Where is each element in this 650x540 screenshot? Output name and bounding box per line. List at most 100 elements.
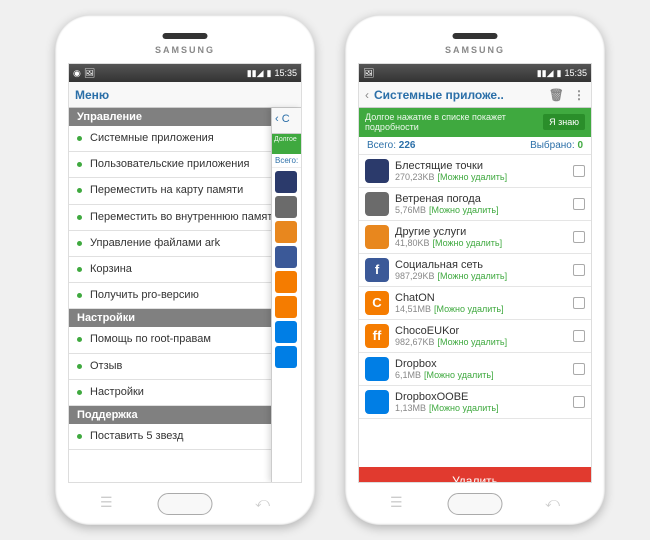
app-row[interactable]: Dropbox6,1MB[Можно удалить] bbox=[359, 353, 591, 386]
menu-scroll[interactable]: УправлениеСистемные приложения›Пользоват… bbox=[69, 108, 301, 450]
app-status: [Можно удалить] bbox=[438, 172, 508, 182]
total-value: 226 bbox=[399, 140, 416, 151]
speaker bbox=[163, 33, 208, 39]
menu-item[interactable]: Помощь по root-правам› bbox=[69, 327, 301, 353]
menu-item-label: Системные приложения bbox=[90, 132, 289, 145]
app-name: Социальная сеть bbox=[395, 259, 573, 271]
page-title: Системные приложе.. bbox=[374, 88, 504, 102]
app-checkbox[interactable] bbox=[573, 297, 585, 309]
app-row[interactable]: Ветреная погода5,76MB[Можно удалить] bbox=[359, 188, 591, 221]
app-list[interactable]: Блестящие точки270,23KB[Можно удалить]Ве… bbox=[359, 155, 591, 467]
app-icon bbox=[275, 321, 297, 343]
app-icon bbox=[275, 296, 297, 318]
app-name: Ветреная погода bbox=[395, 193, 573, 205]
camera-icon: ◉ bbox=[73, 68, 81, 79]
menu-item[interactable]: Корзина› bbox=[69, 257, 301, 283]
page-title: Меню bbox=[75, 88, 109, 102]
app-size: 270,23KB bbox=[395, 172, 435, 182]
battery-icon: ▮ bbox=[267, 68, 272, 79]
app-name: DropboxOOBE bbox=[395, 391, 573, 403]
bullet-icon bbox=[77, 337, 82, 342]
menu-softkey-icon[interactable]: ☰ bbox=[390, 494, 403, 511]
menu-item-label: Помощь по root-правам bbox=[90, 333, 289, 346]
app-icon bbox=[365, 390, 389, 414]
app-icon: C bbox=[365, 291, 389, 315]
picture-icon: 🖼 bbox=[363, 68, 374, 79]
overflow-icon[interactable]: ⋮ bbox=[573, 88, 585, 102]
phone-frame-right: SAMSUNG 🖼 ▮▮◢ ▮ 15:35 ‹ Системные прилож… bbox=[345, 15, 605, 525]
app-checkbox[interactable] bbox=[573, 330, 585, 342]
home-button[interactable] bbox=[158, 493, 213, 515]
app-name: Блестящие точки bbox=[395, 160, 573, 172]
title-bar: Меню bbox=[69, 82, 301, 108]
app-row[interactable]: Другие услуги41,80KB[Можно удалить] bbox=[359, 221, 591, 254]
hint-bar: Долгое нажатие в списке покажет подробно… bbox=[359, 108, 591, 137]
app-checkbox[interactable] bbox=[573, 165, 585, 177]
bullet-icon bbox=[77, 267, 82, 272]
screen-right: 🖼 ▮▮◢ ▮ 15:35 ‹ Системные приложе.. 🗑 ⋮ … bbox=[358, 63, 592, 483]
menu-item[interactable]: Управление файлами ark› bbox=[69, 231, 301, 257]
menu-item-label: Отзыв bbox=[90, 360, 289, 373]
status-bar: 🖼 ▮▮◢ ▮ 15:35 bbox=[359, 64, 591, 82]
title-bar: ‹ Системные приложе.. 🗑 ⋮ bbox=[359, 82, 591, 108]
bullet-icon bbox=[77, 162, 82, 167]
menu-item[interactable]: Получить pro-версию› bbox=[69, 283, 301, 309]
app-icon: ff bbox=[365, 324, 389, 348]
menu-softkey-icon[interactable]: ☰ bbox=[100, 494, 113, 511]
app-status: [Можно удалить] bbox=[438, 337, 508, 347]
app-row[interactable]: CChatON14,51MB[Можно удалить] bbox=[359, 287, 591, 320]
bullet-icon bbox=[77, 390, 82, 395]
app-checkbox[interactable] bbox=[573, 231, 585, 243]
app-checkbox[interactable] bbox=[573, 264, 585, 276]
menu-item[interactable]: Системные приложения› bbox=[69, 126, 301, 152]
app-icon: f bbox=[365, 258, 389, 282]
back-softkey-icon: ⤺ bbox=[545, 494, 560, 511]
menu-item-label: Настройки bbox=[90, 386, 289, 399]
menu-item-label: Переместить во внутреннюю память bbox=[90, 211, 289, 224]
selected-value: 0 bbox=[577, 140, 583, 151]
speaker bbox=[453, 33, 498, 39]
menu-item-label: Переместить на карту памяти bbox=[90, 184, 289, 197]
menu-item[interactable]: Поставить 5 звезд› bbox=[69, 424, 301, 450]
app-size: 982,67KB bbox=[395, 337, 435, 347]
app-status: [Можно удалить] bbox=[438, 271, 508, 281]
trash-icon[interactable]: 🗑 bbox=[549, 88, 564, 102]
app-row[interactable]: ffChocoEUKor982,67KB[Можно удалить] bbox=[359, 320, 591, 353]
app-size: 5,76MB bbox=[395, 205, 426, 215]
home-button[interactable] bbox=[448, 493, 503, 515]
app-checkbox[interactable] bbox=[573, 396, 585, 408]
app-name: Dropbox bbox=[395, 358, 573, 370]
app-row[interactable]: f Социальная сеть987,29KB[Можно удалить] bbox=[359, 254, 591, 287]
app-row[interactable]: DropboxOOBE1,13MB[Можно удалить] bbox=[359, 386, 591, 419]
app-row[interactable]: Блестящие точки270,23KB[Можно удалить] bbox=[359, 155, 591, 188]
bullet-icon bbox=[77, 188, 82, 193]
bullet-icon bbox=[77, 293, 82, 298]
app-icon bbox=[365, 357, 389, 381]
brand-label: SAMSUNG bbox=[155, 45, 215, 55]
bullet-icon bbox=[77, 241, 82, 246]
app-size: 14,51MB bbox=[395, 304, 431, 314]
app-icon bbox=[275, 271, 297, 293]
app-icon bbox=[275, 196, 297, 218]
brand-label: SAMSUNG bbox=[445, 45, 505, 55]
app-icon bbox=[365, 225, 389, 249]
menu-item[interactable]: Настройки› bbox=[69, 380, 301, 406]
menu-item[interactable]: Переместить на карту памяти› bbox=[69, 178, 301, 204]
app-checkbox[interactable] bbox=[573, 363, 585, 375]
back-softkey-icon[interactable]: ⤺ bbox=[255, 494, 270, 511]
section-header: Управление bbox=[69, 108, 301, 126]
bullet-icon bbox=[77, 215, 82, 220]
menu-item[interactable]: Переместить во внутреннюю память› bbox=[69, 205, 301, 231]
back-icon[interactable]: ‹ bbox=[365, 88, 369, 102]
section-header: Настройки bbox=[69, 309, 301, 327]
hint-dismiss-button[interactable]: Я знаю bbox=[543, 114, 585, 130]
app-checkbox[interactable] bbox=[573, 198, 585, 210]
app-status: [Можно удалить] bbox=[429, 403, 499, 413]
delete-button[interactable]: Удалить bbox=[359, 467, 591, 483]
menu-item[interactable]: Пользовательские приложения› bbox=[69, 152, 301, 178]
app-size: 987,29KB bbox=[395, 271, 435, 281]
menu-item[interactable]: Отзыв› bbox=[69, 354, 301, 380]
battery-icon: ▮ bbox=[557, 68, 562, 79]
bullet-icon bbox=[77, 434, 82, 439]
section-header: Поддержка bbox=[69, 406, 301, 424]
